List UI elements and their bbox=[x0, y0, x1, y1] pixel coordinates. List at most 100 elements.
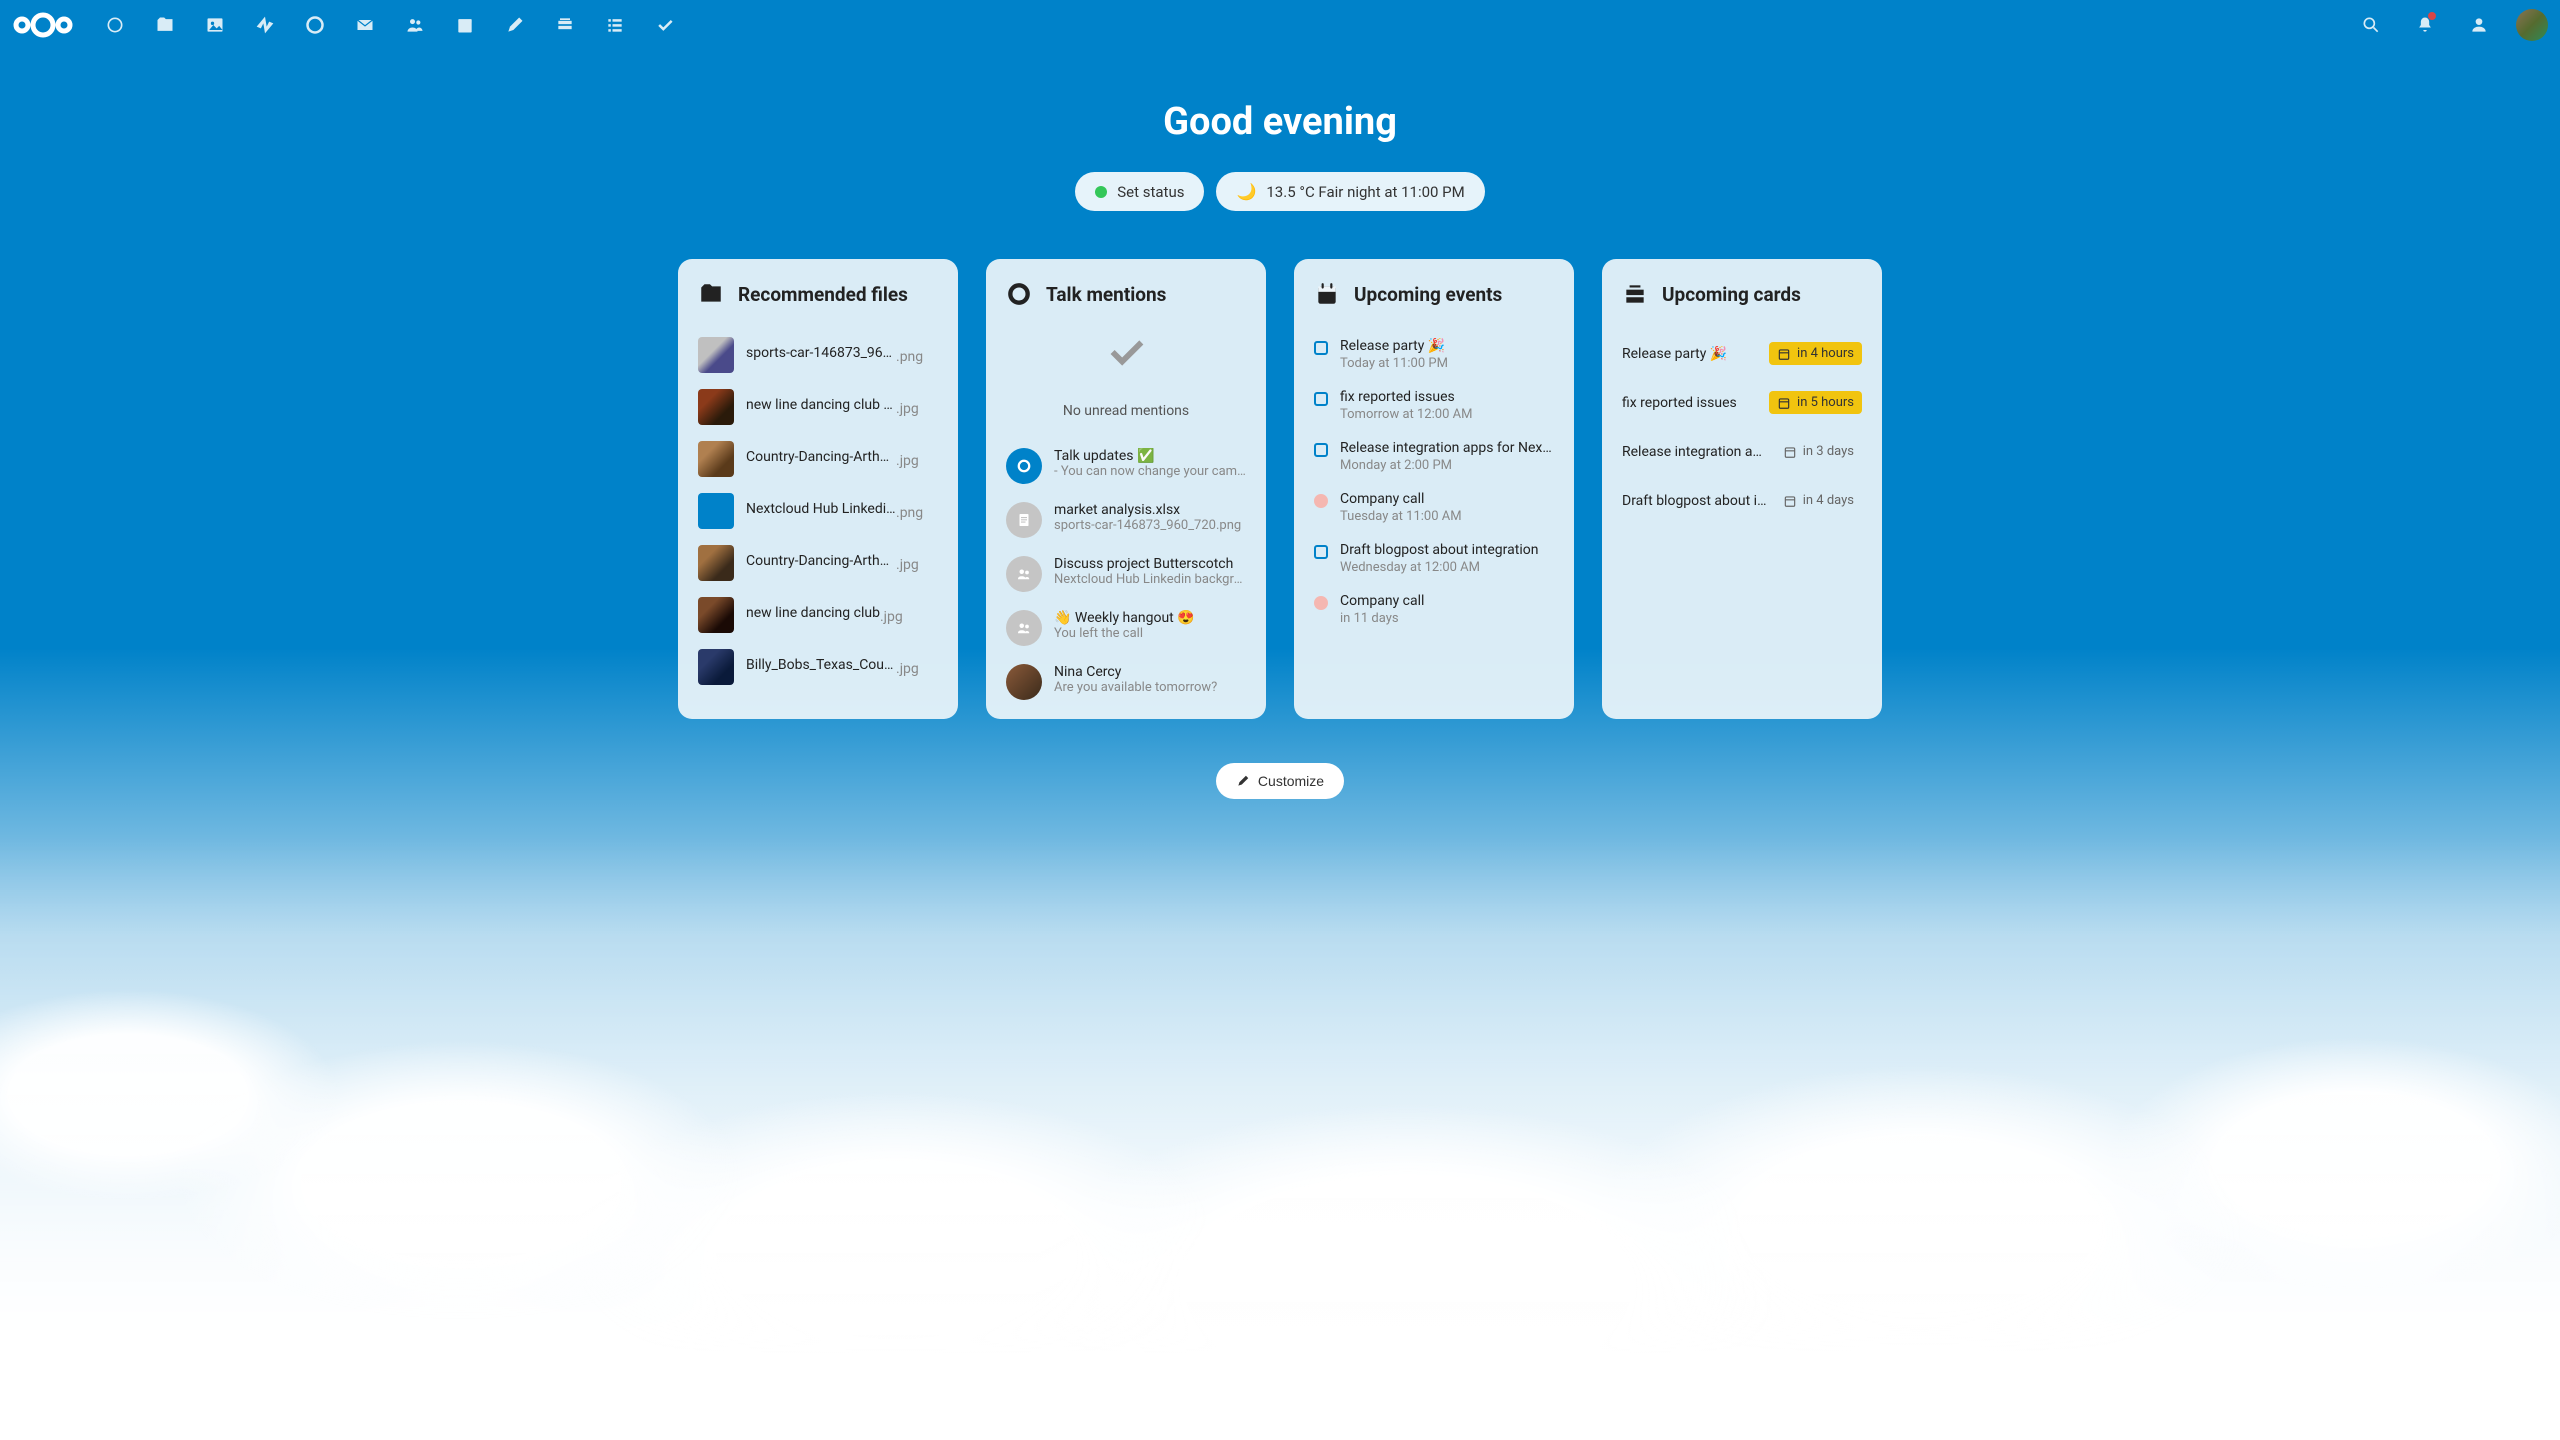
card-title: Release integration apps for… bbox=[1622, 444, 1767, 460]
set-status-button[interactable]: Set status bbox=[1075, 172, 1204, 211]
talk-empty-state: No unread mentions bbox=[1006, 329, 1246, 419]
card-title: Draft blogpost about integra… bbox=[1622, 493, 1767, 509]
list-icon[interactable] bbox=[590, 0, 640, 50]
file-row[interactable]: Country-Dancing-Arthur_….jpg bbox=[698, 537, 938, 589]
due-text: in 5 hours bbox=[1797, 395, 1854, 410]
widget-recommended-files: Recommended files sports-car-146873_960_… bbox=[678, 259, 958, 719]
calendar-color-icon bbox=[1314, 494, 1328, 508]
calendar-small-icon bbox=[1783, 445, 1797, 459]
customize-label: Customize bbox=[1258, 773, 1324, 789]
talk-row[interactable]: Discuss project Butterscotch Nextcloud H… bbox=[1006, 547, 1246, 601]
activity-icon[interactable] bbox=[240, 0, 290, 50]
file-row[interactable]: new line dancing club.jpg bbox=[698, 589, 938, 641]
due-badge: in 3 days bbox=[1775, 440, 1862, 463]
set-status-label: Set status bbox=[1117, 183, 1184, 201]
photos-icon[interactable] bbox=[190, 0, 240, 50]
file-name: Billy_Bobs_Texas_Countr… bbox=[746, 657, 896, 673]
file-name: Country-Dancing-Arthur_… bbox=[746, 553, 896, 569]
event-row[interactable]: Company call Tuesday at 11:00 AM bbox=[1314, 482, 1554, 533]
event-title: Company call bbox=[1340, 491, 1554, 507]
file-thumbnail bbox=[698, 337, 734, 373]
file-name: new line dancing club (2) bbox=[746, 397, 896, 413]
conversation-title: Talk updates ✅ bbox=[1054, 448, 1246, 464]
file-thumbnail bbox=[698, 597, 734, 633]
deck-card-row[interactable]: Draft blogpost about integra… in 4 days bbox=[1622, 476, 1862, 525]
dashboard-icon[interactable] bbox=[90, 0, 140, 50]
due-badge: in 5 hours bbox=[1769, 391, 1862, 414]
weather-icon: 🌙 bbox=[1236, 182, 1256, 201]
conversation-title: 👋 Weekly hangout 😍 bbox=[1054, 610, 1246, 626]
contacts-icon[interactable] bbox=[390, 0, 440, 50]
deck-card-row[interactable]: Release party 🎉 in 4 hours bbox=[1622, 329, 1862, 378]
file-row[interactable]: Country-Dancing-Arthur_….jpg bbox=[698, 433, 938, 485]
file-row[interactable]: sports-car-146873_960_7….png bbox=[698, 329, 938, 381]
weather-text: 13.5 °C Fair night at 11:00 PM bbox=[1266, 183, 1464, 201]
file-thumbnail bbox=[698, 441, 734, 477]
file-row[interactable]: new line dancing club (2).jpg bbox=[698, 381, 938, 433]
widget-title: Upcoming events bbox=[1354, 283, 1502, 306]
event-title: Release party 🎉 bbox=[1340, 338, 1554, 354]
talk-row[interactable]: market analysis.xlsx sports-car-146873_9… bbox=[1006, 493, 1246, 547]
event-row[interactable]: fix reported issues Tomorrow at 12:00 AM bbox=[1314, 380, 1554, 431]
card-title: Release party 🎉 bbox=[1622, 346, 1761, 362]
notes-icon[interactable] bbox=[490, 0, 540, 50]
due-text: in 3 days bbox=[1803, 444, 1854, 459]
event-row[interactable]: Release integration apps for Nextclou… M… bbox=[1314, 431, 1554, 482]
search-icon[interactable] bbox=[2346, 0, 2396, 50]
customize-button[interactable]: Customize bbox=[1216, 763, 1344, 799]
conversation-avatar bbox=[1006, 664, 1042, 700]
conversation-avatar bbox=[1006, 502, 1042, 538]
widget-talk-mentions: Talk mentions No unread mentions Talk up… bbox=[986, 259, 1266, 719]
event-row[interactable]: Release party 🎉 Today at 11:00 PM bbox=[1314, 329, 1554, 380]
due-text: in 4 days bbox=[1803, 493, 1854, 508]
talk-row[interactable]: Nina Cercy Are you available tomorrow? bbox=[1006, 655, 1246, 709]
conversation-subtitle: sports-car-146873_960_720.png bbox=[1054, 518, 1246, 533]
mail-icon[interactable] bbox=[340, 0, 390, 50]
calendar-color-icon bbox=[1314, 392, 1328, 406]
weather-pill[interactable]: 🌙 13.5 °C Fair night at 11:00 PM bbox=[1216, 172, 1484, 211]
file-extension: .jpg bbox=[880, 609, 903, 625]
status-online-dot bbox=[1095, 186, 1107, 198]
event-title: Company call bbox=[1340, 593, 1554, 609]
due-text: in 4 hours bbox=[1797, 346, 1854, 361]
folder-icon bbox=[698, 281, 724, 307]
talk-row[interactable]: 👋 Weekly hangout 😍 You left the call bbox=[1006, 601, 1246, 655]
widget-upcoming-cards: Upcoming cards Release party 🎉 in 4 hour… bbox=[1602, 259, 1882, 719]
event-title: Draft blogpost about integration bbox=[1340, 542, 1554, 558]
deck-card-row[interactable]: Release integration apps for… in 3 days bbox=[1622, 427, 1862, 476]
notifications-icon[interactable] bbox=[2400, 0, 2450, 50]
event-title: fix reported issues bbox=[1340, 389, 1554, 405]
calendar-icon[interactable] bbox=[440, 0, 490, 50]
event-time: Monday at 2:00 PM bbox=[1340, 458, 1554, 473]
conversation-subtitle: You left the call bbox=[1054, 626, 1246, 641]
tasks-icon[interactable] bbox=[640, 0, 690, 50]
talk-icon bbox=[1006, 281, 1032, 307]
file-name: new line dancing club bbox=[746, 605, 880, 621]
calendar-small-icon bbox=[1777, 396, 1791, 410]
conversation-avatar bbox=[1006, 556, 1042, 592]
file-row[interactable]: Nextcloud Hub Linkedin b….png bbox=[698, 485, 938, 537]
greeting-section: Good evening Set status 🌙 13.5 °C Fair n… bbox=[0, 100, 2560, 211]
conversation-title: Discuss project Butterscotch bbox=[1054, 556, 1246, 572]
contacts-menu-icon[interactable] bbox=[2454, 0, 2504, 50]
event-row[interactable]: Draft blogpost about integration Wednesd… bbox=[1314, 533, 1554, 584]
greeting-title: Good evening bbox=[0, 100, 2560, 144]
file-row[interactable]: Billy_Bobs_Texas_Countr….jpg bbox=[698, 641, 938, 693]
calendar-small-icon bbox=[1783, 494, 1797, 508]
event-row[interactable]: Company call in 11 days bbox=[1314, 584, 1554, 635]
widget-title: Upcoming cards bbox=[1662, 283, 1801, 306]
deck-icon[interactable] bbox=[540, 0, 590, 50]
deck-card-row[interactable]: fix reported issues in 5 hours bbox=[1622, 378, 1862, 427]
user-avatar[interactable] bbox=[2516, 9, 2548, 41]
checkmark-icon bbox=[1006, 329, 1246, 385]
files-icon[interactable] bbox=[140, 0, 190, 50]
talk-empty-text: No unread mentions bbox=[1006, 403, 1246, 419]
talk-icon[interactable] bbox=[290, 0, 340, 50]
nextcloud-logo[interactable] bbox=[12, 8, 74, 42]
due-badge: in 4 days bbox=[1775, 489, 1862, 512]
file-extension: .jpg bbox=[896, 661, 919, 677]
nav-right bbox=[2346, 0, 2548, 50]
nav-app-icons bbox=[90, 0, 690, 50]
talk-row[interactable]: Talk updates ✅ - You can now change your… bbox=[1006, 439, 1246, 493]
file-extension: .jpg bbox=[896, 557, 919, 573]
